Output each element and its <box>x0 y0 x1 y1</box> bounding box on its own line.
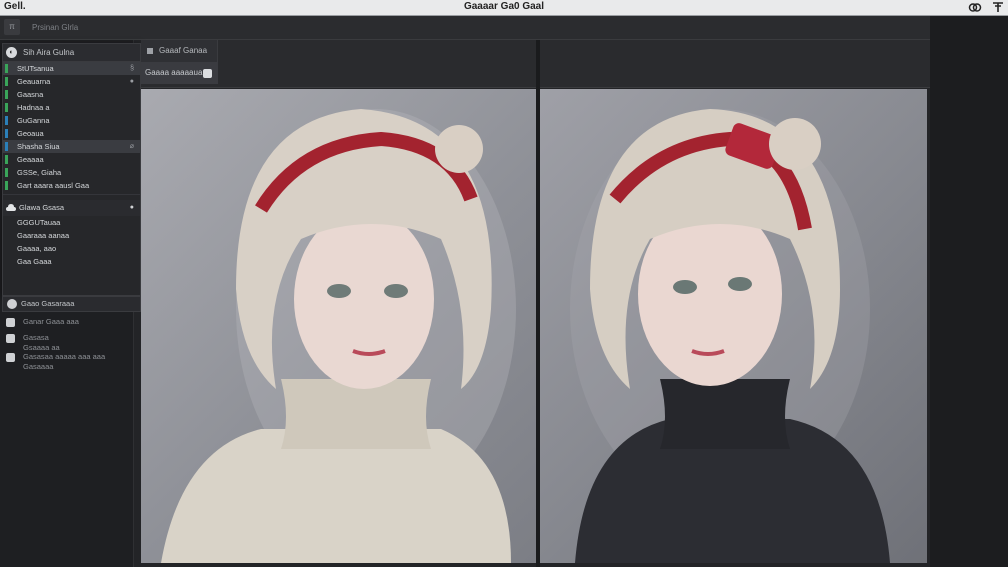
tab-viewer-a[interactable]: Gaaaf Ganaa <box>141 40 218 62</box>
rail-item[interactable]: Gasasa Gsaaaa aa <box>6 333 126 353</box>
panel-row-label: Geauarna <box>17 77 51 86</box>
panel-row[interactable]: Geaaaa <box>3 153 140 166</box>
gear-icon <box>6 334 15 343</box>
rail-item[interactable]: Ganar Gaaa aaa <box>6 317 126 327</box>
layer-icon <box>6 318 15 327</box>
tab-viewer-b[interactable]: Gaaaa aaaaaua <box>141 62 218 84</box>
color-mark-icon <box>5 168 8 177</box>
breadcrumb[interactable]: Prsinan Glrla <box>32 23 78 32</box>
color-mark-icon <box>5 181 8 190</box>
panel-row-label: Geoaua <box>17 129 44 138</box>
square-icon <box>147 47 153 54</box>
panel-row[interactable]: Gart aaara aausl Gaa <box>3 179 140 192</box>
window-titlebar: Gell. Gaaaar Ga0 Gaal <box>0 0 1008 16</box>
portrait-image-right <box>540 89 927 563</box>
color-mark-icon <box>5 90 8 99</box>
section-row-label: GGGUTauaa <box>17 218 61 227</box>
panel-grip-button[interactable]: π <box>4 19 20 35</box>
row-action-icon[interactable]: ● <box>130 75 134 88</box>
close-icon[interactable] <box>203 69 212 78</box>
panel-row[interactable]: GSSe, Giaha <box>3 166 140 179</box>
pin-icon[interactable] <box>992 1 1004 14</box>
section-row[interactable]: GGGUTauaa <box>3 216 140 229</box>
cloud-icon <box>6 204 16 211</box>
circle-icon <box>7 299 17 309</box>
section-row-label: Gaa Gaaa <box>17 257 52 266</box>
panel-row-label: GSSe, Giaha <box>17 168 62 177</box>
tab-label: Gaaaf Ganaa <box>159 46 208 55</box>
panel-row-label: Gart aaara aausl Gaa <box>17 181 90 190</box>
footer-label: Gaao Gasaraaa <box>21 299 75 308</box>
right-gutter <box>930 16 1008 567</box>
section-row[interactable]: Gaaaa, aao <box>3 242 140 255</box>
panel-row-label: GuGanna <box>17 116 50 125</box>
panel-header[interactable]: ◐ Sih Aira Gulna <box>3 44 140 62</box>
panel-menu-icon[interactable]: ◐ <box>6 47 17 58</box>
panel-row[interactable]: GuGanna <box>3 114 140 127</box>
panel-title: Sih Aira Gulna <box>23 48 75 57</box>
app-body: π Prsinan Glrla Ganar Gaaa aaa Gasasa Gs… <box>0 16 1008 567</box>
section-row[interactable]: Gaaraaa aanaa <box>3 229 140 242</box>
color-mark-icon <box>5 103 8 112</box>
panel-row-label: Gaasna <box>17 90 44 99</box>
rail-item-label: Gasasa Gsaaaa aa <box>23 333 60 352</box>
rail-item-label: Ganar Gaaa aaa <box>23 317 79 326</box>
panel-row[interactable]: Geauarna ● <box>3 75 140 88</box>
color-mark-icon <box>5 77 8 86</box>
panel-footer[interactable]: Gaao Gasaraaa <box>2 296 141 312</box>
layers-panel: ◐ Sih Aira Gulna StUTsanua § Geauarna ● Gaas… <box>2 43 141 296</box>
row-action-icon[interactable]: § <box>130 62 134 75</box>
sweater-shape <box>161 429 511 563</box>
color-mark-icon <box>5 64 8 73</box>
portrait-image-left <box>141 89 536 563</box>
color-mark-icon <box>5 142 8 151</box>
image-viewer: Gaaaf Ganaa Gaaaa aaaaaua <box>141 40 930 567</box>
panel-row[interactable]: Gaasna <box>3 88 140 101</box>
top-strip: π Prsinan Glrla <box>0 16 930 40</box>
tools-icon <box>6 353 15 362</box>
color-mark-icon <box>5 116 8 125</box>
panel-row-label: Hadnaa a <box>17 103 50 112</box>
color-mark-icon <box>5 129 8 138</box>
section-row-label: Gaaraaa aanaa <box>17 231 70 240</box>
section-row-label: Gaaaa, aao <box>17 244 57 253</box>
panel-section-header[interactable]: Glawa Gsasa ● <box>3 200 140 216</box>
panel-row[interactable]: StUTsanua § <box>3 62 140 75</box>
section-list: GGGUTauaa Gaaraaa aanaa Gaaaa, aao Gaa Gaaa <box>3 216 140 268</box>
panel-list: StUTsanua § Geauarna ● Gaasna Hadnaa a GuGanna… <box>3 62 140 192</box>
share-icon[interactable] <box>968 1 982 14</box>
panel-row-label: Shasha Siua <box>17 142 60 151</box>
window-title: Gaaaar Ga0 Gaal <box>463 1 545 12</box>
row-action-icon[interactable]: ⌀ <box>130 140 134 153</box>
section-dot-icon: ● <box>129 204 134 211</box>
panel-row-label: Geaaaa <box>17 155 44 164</box>
panel-row[interactable]: Shasha Siua ⌀ <box>3 140 140 153</box>
panel-row[interactable]: Hadnaa a <box>3 101 140 114</box>
tab-label: Gaaaa aaaaaua <box>145 68 203 77</box>
rail-item-label: Gasasaa aaaaa aaa aaa Gasaaaa <box>23 352 106 371</box>
color-mark-icon <box>5 155 8 164</box>
panel-row-label: StUTsanua <box>17 64 54 73</box>
section-row[interactable]: Gaa Gaaa <box>3 255 140 268</box>
section-title: Glawa Gsasa <box>19 203 65 212</box>
rail-item[interactable]: Gasasaa aaaaa aaa aaa Gasaaaa <box>6 352 126 372</box>
panel-row[interactable]: Geoaua <box>3 127 140 140</box>
